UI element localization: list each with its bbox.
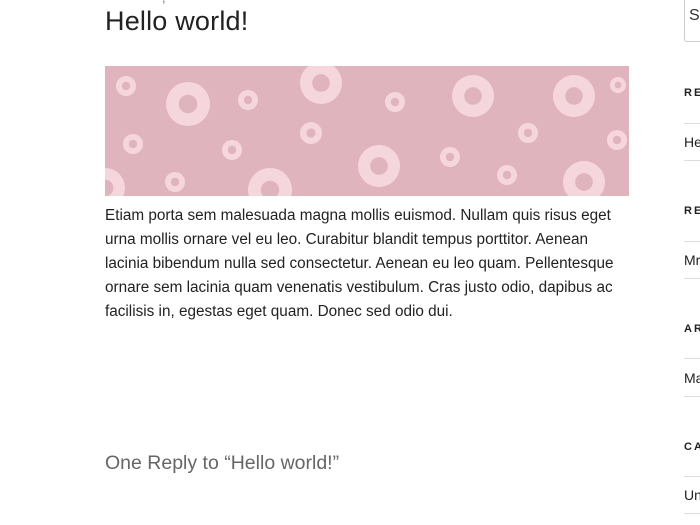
widget-link-category[interactable]: Un [684, 487, 700, 503]
widget-link-recent-post[interactable]: He [684, 134, 700, 150]
widget-title-archives: AR [684, 323, 700, 335]
pattern-ring-hole [502, 170, 512, 180]
pattern-ring-hole [128, 139, 138, 149]
widget-link-archive[interactable]: Ma [684, 370, 700, 386]
polka-dot-pattern [105, 66, 629, 196]
post-content: Etiam porta sem malesuada magna mollis e… [105, 207, 614, 320]
pattern-ring-hole [306, 128, 316, 138]
widget-title-recent-comments: RE [684, 205, 700, 217]
search-input-value: S [689, 7, 700, 24]
pattern-ring-hole [575, 173, 593, 191]
featured-image [105, 66, 629, 196]
pattern-ring-hole [565, 87, 583, 105]
pattern-ring-hole [464, 87, 482, 105]
widget-link-recent-comment[interactable]: Mr [684, 252, 700, 268]
widget-title-categories: CA [684, 441, 700, 453]
widget-divider [684, 278, 700, 279]
pattern-ring-hole [170, 177, 180, 187]
pattern-ring-hole [612, 135, 622, 145]
pattern-ring-hole [178, 94, 198, 114]
pattern-ring-hole [523, 128, 533, 138]
pattern-ring-hole [370, 157, 388, 175]
post-meta: , [162, 0, 166, 5]
pattern-ring-hole [227, 145, 237, 155]
page: , Hello world! Etiam porta sem malesuada… [0, 0, 700, 525]
widget-divider [684, 396, 700, 397]
pattern-ring-hole [312, 74, 330, 92]
pattern-ring-hole [614, 81, 622, 89]
widget-divider [684, 241, 700, 242]
post-title[interactable]: Hello world! [105, 6, 248, 37]
search-input[interactable]: S [684, 0, 700, 42]
sidebar: S RE He RE Mr AR Ma CA Un [684, 0, 700, 525]
widget-divider [684, 476, 700, 477]
widget-divider [684, 160, 700, 161]
widget-divider [684, 358, 700, 359]
comments-title: One Reply to “Hello world!” [105, 452, 340, 474]
pattern-ring-hole [121, 81, 131, 91]
widget-divider [684, 123, 700, 124]
pattern-ring-hole [243, 95, 253, 105]
pattern-ring-hole [445, 152, 455, 162]
widget-divider [684, 513, 700, 514]
widget-title-recent-posts: RE [684, 87, 700, 99]
pattern-ring-hole [390, 97, 400, 107]
